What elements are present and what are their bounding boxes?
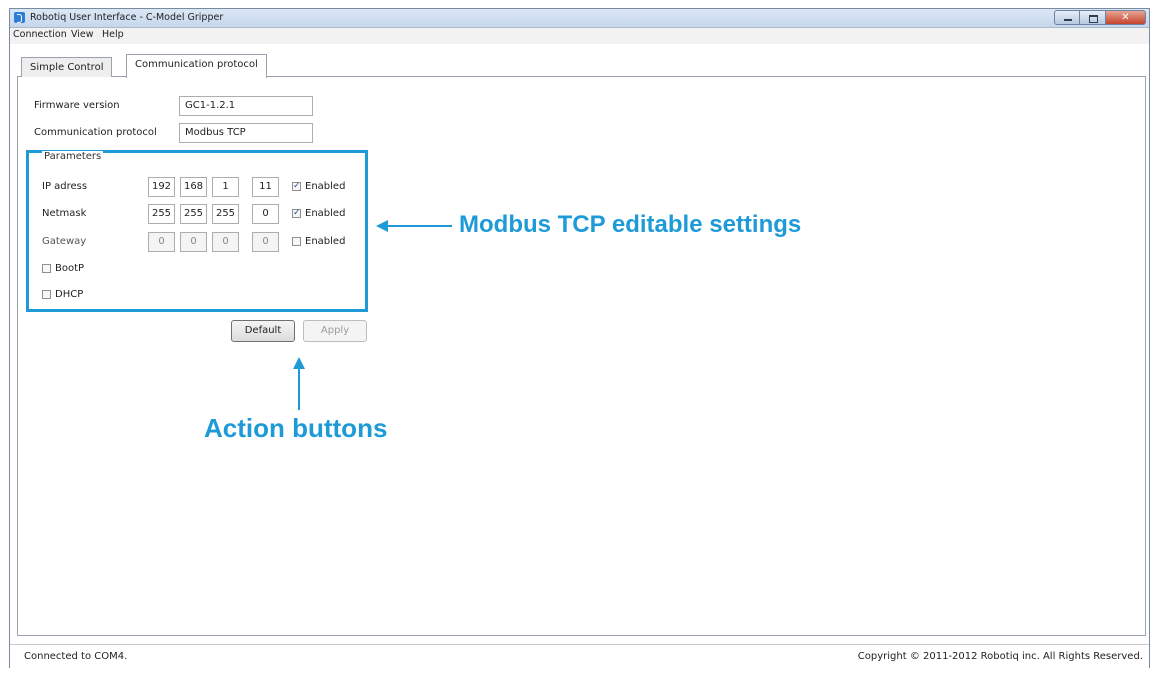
netmask-enabled-label: Enabled [305,208,346,219]
connection-status: Connected to COM4. [24,651,128,662]
gateway-octet-4[interactable]: 0 [252,232,279,252]
settings-annotation: Modbus TCP editable settings [459,211,802,238]
tab-communication-protocol[interactable]: Communication protocol [126,54,267,78]
bootp-label: BootP [55,263,85,274]
close-icon: ✕ [1121,12,1130,23]
parameters-group-title: Parameters [42,151,104,162]
gateway-octet-1[interactable]: 0 [148,232,175,252]
netmask-octet-1[interactable]: 255 [148,204,175,224]
ip-enabled-label: Enabled [305,181,346,192]
minimize-icon [1064,19,1072,21]
menu-view[interactable]: View [71,29,94,40]
menu-help[interactable]: Help [102,29,124,40]
actions-arrow-shaft [298,366,300,410]
maximize-icon [1089,15,1098,23]
ip-octet-2[interactable]: 168 [180,177,207,197]
gateway-enabled-label: Enabled [305,236,346,247]
dhcp-label: DHCP [55,289,84,300]
robotiq-logo-icon [14,12,25,23]
copyright-text: Copyright © 2011-2012 Robotiq inc. All R… [857,651,1143,662]
ip-octet-4[interactable]: 11 [252,177,279,197]
modbus-settings-highlight [26,150,368,312]
ip-octet-3[interactable]: 1 [212,177,239,197]
communication-protocol-label: Communication protocol [34,127,157,138]
gateway-enabled-checkbox[interactable] [292,237,301,246]
firmware-version-field: GC1-1.2.1 [179,96,313,116]
status-bar: Connected to COM4. Copyright © 2011-2012… [10,644,1149,668]
gateway-octet-2[interactable]: 0 [180,232,207,252]
menu-connection[interactable]: Connection [13,29,67,40]
bootp-checkbox[interactable] [42,264,51,273]
netmask-enabled-checkbox[interactable]: ✓ [292,209,301,218]
gateway-octet-3[interactable]: 0 [212,232,239,252]
minimize-button[interactable] [1054,10,1080,25]
netmask-octet-3[interactable]: 255 [212,204,239,224]
actions-annotation: Action buttons [204,413,388,443]
arrow-left-icon [376,220,388,232]
maximize-button[interactable] [1080,10,1106,25]
firmware-version-label: Firmware version [34,100,120,111]
tab-simple-control[interactable]: Simple Control [21,57,113,77]
default-button[interactable]: Default [231,320,295,342]
window-title: Robotiq User Interface - C-Model Gripper [30,12,224,23]
communication-protocol-field: Modbus TCP [179,123,313,143]
settings-arrow-shaft [378,225,452,227]
ip-address-label: IP adress [42,181,88,192]
apply-button[interactable]: Apply [303,320,367,342]
ip-enabled-checkbox[interactable]: ✓ [292,182,301,191]
dhcp-checkbox[interactable] [42,290,51,299]
ip-octet-1[interactable]: 192 [148,177,175,197]
gateway-label: Gateway [42,236,87,247]
netmask-label: Netmask [42,208,87,219]
netmask-octet-4[interactable]: 0 [252,204,279,224]
netmask-octet-2[interactable]: 255 [180,204,207,224]
close-button[interactable]: ✕ [1106,10,1146,25]
window-controls: ✕ [1054,10,1146,25]
title-bar: Robotiq User Interface - C-Model Gripper… [10,9,1149,28]
menu-bar: Connection View Help [10,28,1149,44]
